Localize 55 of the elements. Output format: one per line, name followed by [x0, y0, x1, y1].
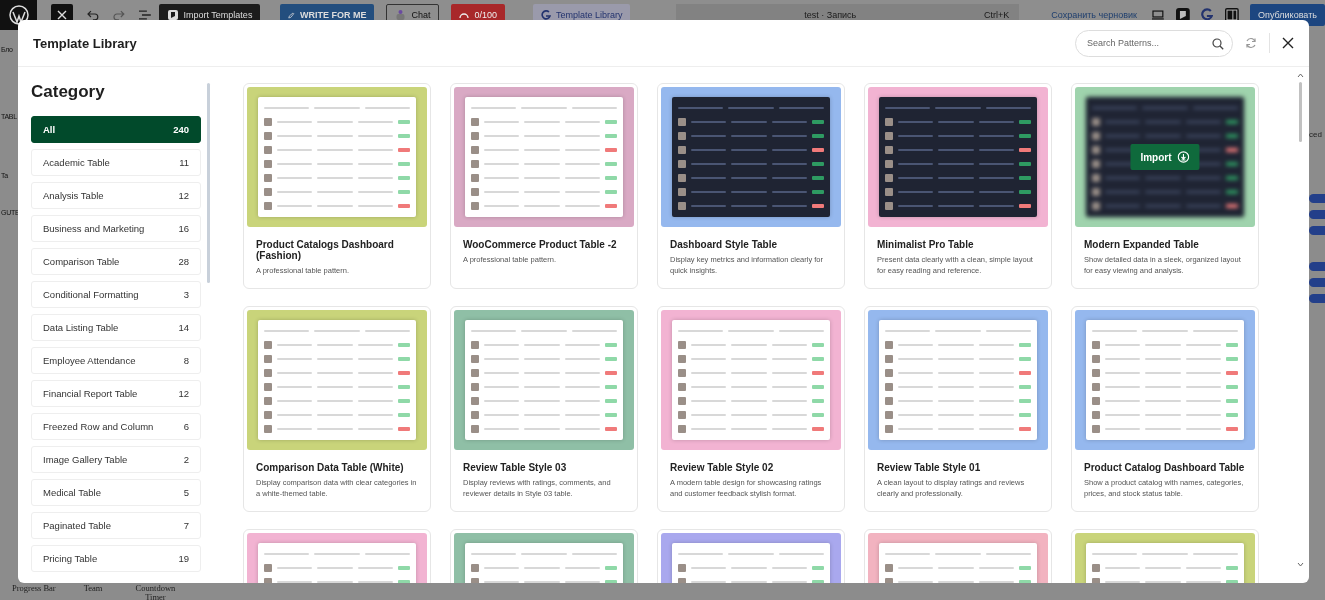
card-title: Review Table Style 02	[670, 462, 775, 473]
category-item[interactable]: Comparison Table 28	[31, 248, 201, 275]
category-item[interactable]: Business and Marketing 16	[31, 215, 201, 242]
logo-icon	[540, 10, 551, 20]
category-item[interactable]: Conditional Formatting 3	[31, 281, 201, 308]
scrollbar-thumb[interactable]	[1299, 82, 1302, 142]
category-item[interactable]: Analysis Table 12	[31, 182, 201, 209]
category-item[interactable]: Medical Table 5	[31, 479, 201, 506]
panel-label: ced	[1309, 130, 1323, 139]
category-item[interactable]: Financial Report Table 12	[31, 380, 201, 407]
category-item[interactable]: Paginated Table 7	[31, 512, 201, 539]
card-title: Comparison Data Table (White)	[256, 462, 405, 473]
block-label[interactable]: Countdown Timer	[130, 584, 181, 600]
gauge-icon	[459, 11, 470, 19]
category-item[interactable]: All 240	[31, 116, 201, 143]
toggle-switch[interactable]	[1309, 278, 1325, 287]
card-title: Modern Expanded Table	[1084, 239, 1200, 250]
download-icon	[1177, 151, 1190, 163]
category-item[interactable]: Image Gallery Table 2	[31, 446, 201, 473]
category-item[interactable]: Employee Attendance 8	[31, 347, 201, 374]
dialog-title: Template Library	[33, 35, 138, 51]
toggle-switch[interactable]	[1309, 210, 1325, 219]
import-button[interactable]: Import	[1130, 144, 1200, 170]
refresh-icon[interactable]	[1245, 37, 1257, 49]
scroll-up-icon[interactable]	[1297, 73, 1304, 78]
search-icon	[1212, 37, 1224, 50]
undo-icon[interactable]	[87, 10, 99, 20]
card-title: Review Table Style 01	[877, 462, 982, 473]
toggle-switch[interactable]	[1309, 226, 1325, 235]
scroll-down-icon[interactable]	[1297, 562, 1304, 567]
card-title: Product Catalogs Dashboard (Fashion)	[256, 239, 395, 261]
search-field[interactable]: Search Patterns...	[1075, 29, 1233, 57]
card-title: WooCommerce Product Table -2	[463, 239, 618, 250]
toggle-switch[interactable]	[1309, 194, 1325, 203]
close-icon[interactable]	[1282, 37, 1294, 49]
card-title: Minimalist Pro Table	[877, 239, 975, 250]
card-title: Product Catalog Dashboard Table	[1084, 462, 1246, 473]
logo-icon	[166, 9, 179, 21]
redo-icon[interactable]	[112, 10, 125, 20]
card-title: Review Table Style 03	[463, 462, 568, 473]
category-item[interactable]: Data Listing Table 14	[31, 314, 201, 341]
category-item[interactable]: Pricing Table 19	[31, 545, 201, 572]
toggle-switch[interactable]	[1309, 262, 1325, 271]
scrollbar[interactable]	[207, 83, 210, 283]
list-view-icon[interactable]	[138, 10, 151, 20]
category-item[interactable]: Freezed Row and Column 6	[31, 413, 201, 440]
category-item[interactable]: Academic Table 11	[31, 149, 201, 176]
logo-icon[interactable]	[1199, 8, 1214, 22]
toggle-switch[interactable]	[1309, 294, 1325, 303]
block-label[interactable]: Team	[83, 584, 103, 600]
category-heading: Category	[31, 82, 106, 102]
pencil-icon	[288, 10, 295, 20]
block-label[interactable]: Progress Bar	[12, 584, 56, 600]
desktop-icon[interactable]	[1151, 10, 1164, 20]
card-title: Dashboard Style Table	[670, 239, 779, 250]
